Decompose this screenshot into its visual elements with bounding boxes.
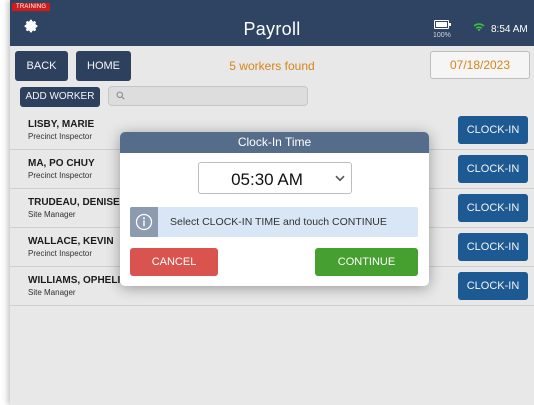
dialog-title: Clock-In Time [120,132,429,153]
info-icon [135,213,153,231]
clock-time: 8:54 AM [491,24,528,35]
cancel-button[interactable]: CANCEL [130,248,218,276]
wifi-icon [473,23,485,32]
chevron-down-icon [335,175,345,182]
clock-in-time-dialog: Clock-In Time 05:30 AM Select CLOCK-IN T… [120,132,429,286]
selected-time: 05:30 AM [231,170,303,189]
battery-percent: 100% [433,32,451,39]
page-title: Payroll [243,19,301,39]
info-message: Select CLOCK-IN TIME and touch CONTINUE [130,207,418,237]
clock-in-time-select[interactable]: 05:30 AM [198,162,352,194]
info-text: Select CLOCK-IN TIME and touch CONTINUE [170,216,387,228]
app-screen: TRAINING Payroll 100% 8:54 AM BACK HOME … [10,0,534,405]
battery-icon [434,20,451,29]
info-icon-box [130,207,158,237]
training-badge: TRAINING [12,3,51,11]
app-header: TRAINING Payroll 100% 8:54 AM [10,0,534,46]
continue-button[interactable]: CONTINUE [315,248,418,276]
